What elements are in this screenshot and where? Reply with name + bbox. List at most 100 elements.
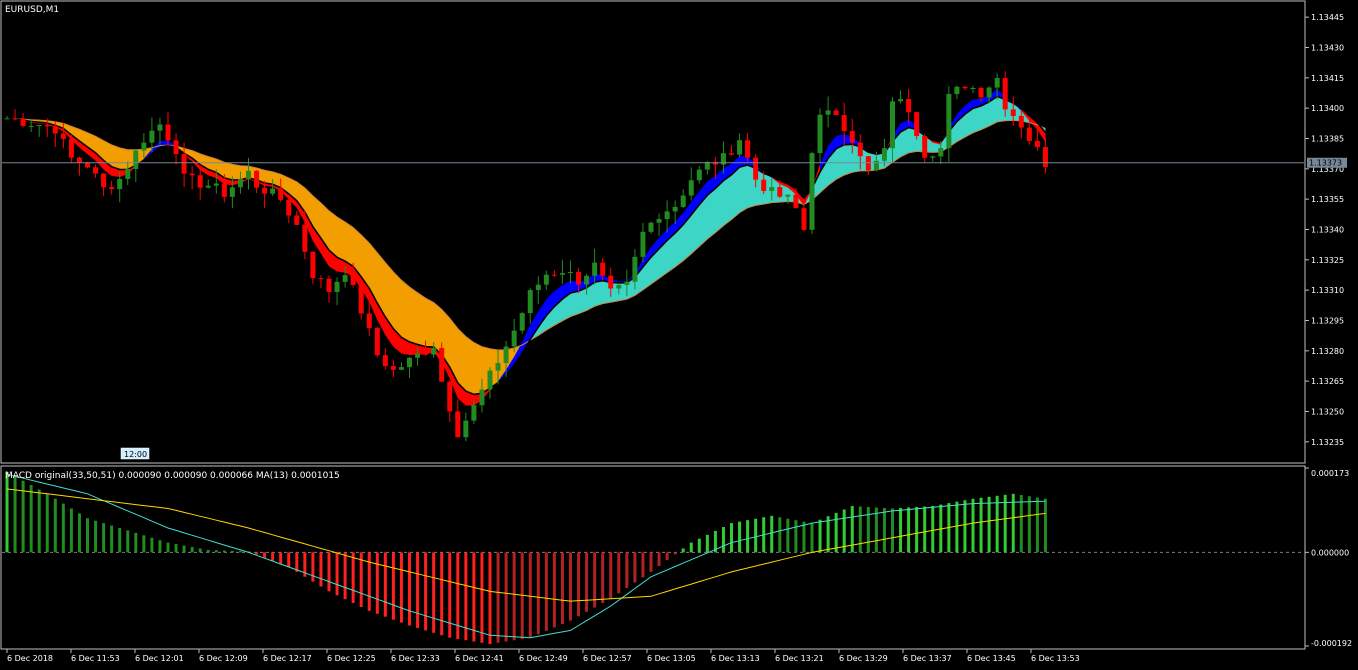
- candle-bull: [568, 272, 573, 274]
- macd-bar: [528, 552, 532, 638]
- candle-bear: [20, 119, 26, 126]
- main-panel: [0, 0, 1306, 464]
- candle-bear: [423, 353, 429, 355]
- candle-bull: [149, 130, 155, 143]
- x-tick-label: 6 Dec 12:17: [263, 654, 312, 663]
- macd-bar: [335, 552, 339, 596]
- macd-bar: [182, 545, 186, 553]
- macd-bar: [53, 498, 57, 553]
- candle-bull: [334, 281, 340, 292]
- macd-bar: [617, 552, 621, 594]
- macd-bar: [110, 525, 114, 553]
- candle-bull: [696, 169, 702, 181]
- y-tick-label: 1.13310: [1311, 286, 1344, 295]
- macd-bar: [1003, 494, 1007, 553]
- macd-bar: [408, 552, 411, 626]
- macd-bar: [1019, 495, 1023, 553]
- macd-bar: [5, 471, 9, 553]
- macd-bar: [891, 508, 894, 553]
- candle-bear: [1018, 115, 1024, 128]
- candle-bear: [318, 278, 324, 280]
- macd-bar: [134, 532, 138, 553]
- macd-bar: [899, 507, 903, 553]
- y-tick-label: 1.13385: [1311, 134, 1344, 143]
- macd-bar: [375, 552, 379, 614]
- macd-bar: [730, 523, 733, 553]
- macd-bar: [351, 552, 355, 604]
- candle-bull: [479, 389, 485, 406]
- candle-bull: [825, 110, 831, 115]
- x-tick-label: 6 Dec 13:21: [775, 654, 824, 663]
- macd-bar: [794, 520, 798, 553]
- candle-bear: [262, 187, 268, 194]
- candle-bear: [101, 173, 107, 188]
- trading-chart[interactable]: 1.13445 1.13430 1.13415 1.13400 1.13385 1.133…: [0, 0, 1358, 670]
- candle-bear: [76, 157, 82, 163]
- candle-bull: [503, 346, 509, 364]
- macd-bar: [802, 521, 806, 553]
- x-tick-label: 6 Dec 12:09: [199, 654, 248, 663]
- macd-bar: [311, 552, 315, 582]
- macd-bar: [987, 496, 991, 553]
- y-tick-label: 1.13415: [1311, 74, 1344, 83]
- candle-bull: [688, 180, 694, 196]
- candle-bull: [994, 77, 1000, 88]
- candle-bull: [954, 86, 960, 95]
- x-tick-label: 6 Dec 13:37: [903, 654, 952, 663]
- candle-bull: [584, 275, 590, 285]
- macd-bar: [705, 534, 709, 553]
- y-tick-label: 1.13445: [1311, 13, 1344, 22]
- macd-bar: [150, 537, 154, 553]
- macd-bar: [609, 552, 613, 599]
- macd-bar: [923, 506, 927, 553]
- candle-bear: [85, 162, 90, 168]
- macd-bar: [536, 552, 540, 635]
- macd-bar: [673, 552, 677, 555]
- candle-bull: [270, 188, 276, 194]
- candle-bear: [914, 112, 920, 137]
- macd-bar: [45, 493, 49, 553]
- macd-bar: [601, 552, 605, 604]
- candle-bear: [600, 262, 606, 276]
- candle-bull: [407, 357, 412, 368]
- candle-bear: [286, 199, 292, 216]
- time-marker[interactable]: 12:00: [120, 447, 150, 460]
- candle-bear: [254, 170, 260, 188]
- x-tick-label: 6 Dec 13:45: [967, 654, 1016, 663]
- candle-bear: [841, 115, 847, 132]
- macd-bar: [440, 552, 444, 636]
- time-marker-label: 12:00: [124, 450, 147, 459]
- candle-bull: [527, 290, 533, 314]
- macd-bar: [770, 515, 774, 553]
- macd-bar: [746, 520, 750, 553]
- candle-bear: [729, 153, 734, 155]
- window-title: EURUSD,M1: [5, 5, 59, 15]
- candle-bull: [157, 124, 163, 131]
- macd-bar: [1027, 496, 1031, 553]
- macd-bar: [504, 552, 508, 642]
- candle-bear: [906, 99, 912, 113]
- macd-bar: [569, 552, 572, 621]
- candle-bull: [237, 178, 243, 188]
- macd-bar: [214, 550, 218, 553]
- macd-bar: [649, 552, 653, 572]
- candle-bear: [753, 157, 759, 180]
- x-tick-label: 6 Dec 12:33: [391, 654, 440, 663]
- candle-bull: [938, 148, 944, 157]
- macd-bar: [399, 552, 403, 623]
- candle-bear: [1034, 140, 1040, 148]
- y-tick-label: 1.13265: [1311, 377, 1344, 386]
- macd-bar: [874, 507, 878, 553]
- macd-bar: [174, 544, 178, 553]
- candle-bull: [205, 185, 211, 188]
- y-tick-label: 1.13400: [1311, 104, 1344, 113]
- candle-bear: [761, 179, 767, 191]
- candle-bear: [922, 136, 928, 158]
- candle-bear: [12, 118, 18, 120]
- candle-bull: [559, 273, 565, 275]
- macd-bar: [754, 518, 758, 553]
- macd-bar: [271, 552, 275, 561]
- macd-panel: [0, 465, 1306, 650]
- candle-bull: [487, 370, 493, 390]
- candle-bear: [576, 272, 582, 285]
